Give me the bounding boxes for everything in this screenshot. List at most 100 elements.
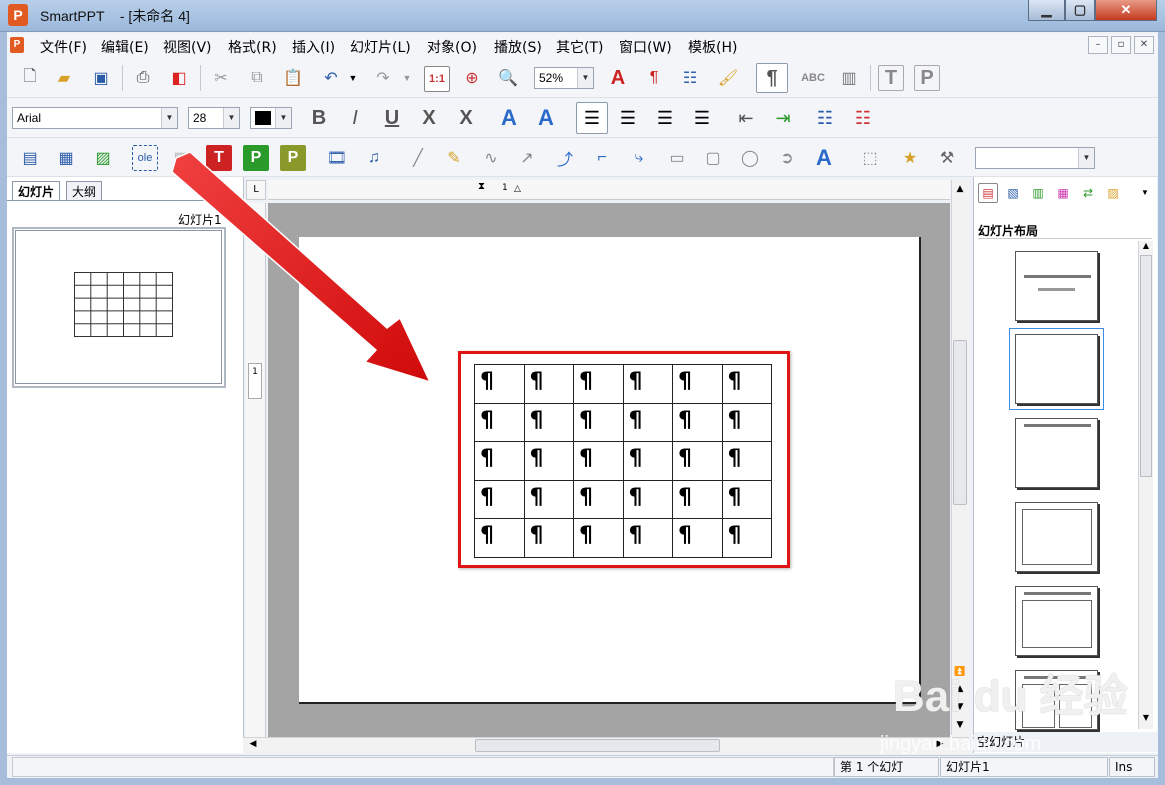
chevron-down-icon[interactable]: ▼	[275, 108, 291, 128]
mdi-minimize-button[interactable]: –	[1088, 36, 1108, 54]
font-size-select[interactable]: 28 ▼	[188, 107, 240, 129]
paragraph-frame-icon[interactable]: P	[914, 65, 940, 91]
table-cell[interactable]: ¶	[474, 441, 525, 481]
panel-menu-icon[interactable]: ▼	[1138, 185, 1152, 199]
animation-tab-icon[interactable]: ▦	[1053, 183, 1073, 203]
italic-icon[interactable]: I	[342, 105, 368, 131]
menu-insert[interactable]: 插入(I)	[292, 37, 335, 57]
curved-connector-icon[interactable]: ⤷	[626, 145, 652, 171]
page-template-icon[interactable]: P	[280, 145, 306, 171]
align-right-icon[interactable]: ☰	[652, 105, 678, 131]
table-cell[interactable]: ¶	[523, 402, 574, 443]
table-cell[interactable]: ¶	[573, 479, 624, 520]
text-template-icon[interactable]: T	[206, 145, 232, 171]
table-cell[interactable]: ¶	[622, 518, 673, 558]
effects-icon[interactable]: ★	[897, 145, 923, 171]
menu-format[interactable]: 格式(R)	[228, 37, 277, 57]
pencil-icon[interactable]: ✎	[441, 145, 467, 171]
table-cell[interactable]: ¶	[523, 518, 574, 558]
table-cell[interactable]: ¶	[573, 441, 624, 481]
chevron-down-icon[interactable]: ▼	[223, 108, 239, 128]
table-cell[interactable]: ¶	[622, 479, 673, 520]
close-button[interactable]: ✕	[1095, 0, 1157, 21]
line-icon[interactable]: ╱	[405, 145, 431, 171]
tab-stop-icon[interactable]: △	[514, 184, 521, 194]
word-art-icon[interactable]: A	[811, 145, 837, 171]
scroll-prev-icon[interactable]: ▲	[953, 684, 967, 698]
table-cell[interactable]: ¶	[721, 364, 772, 404]
insert-video-icon[interactable]: 🎞	[324, 145, 350, 171]
mdi-close-button[interactable]: ✕	[1134, 36, 1154, 54]
table-cell[interactable]: ¶	[672, 364, 723, 404]
copy-icon[interactable]: ⧉	[244, 65, 270, 91]
mdi-restore-button[interactable]: ▫	[1111, 36, 1131, 54]
callout-shape-icon[interactable]: ➲	[774, 145, 800, 171]
table-cell[interactable]: ¶	[573, 518, 624, 558]
table-cell[interactable]: ¶	[672, 402, 723, 443]
minimize-button[interactable]: ▁	[1028, 0, 1065, 21]
print-icon[interactable]: ⎙	[130, 65, 156, 91]
tab-slides[interactable]: 幻灯片	[12, 181, 61, 201]
table-cell[interactable]: ¶	[672, 479, 723, 520]
rectangle-icon[interactable]: ▭	[664, 145, 690, 171]
table-cell[interactable]: ¶	[721, 479, 772, 520]
align-center-icon[interactable]: ☰	[615, 105, 641, 131]
table-cell[interactable]: ¶	[523, 479, 574, 520]
group-icon[interactable]: ⬚	[857, 145, 883, 171]
table-cell[interactable]: ¶	[672, 441, 723, 481]
design-tab-icon[interactable]: ▧	[1003, 183, 1023, 203]
scroll-next-icon[interactable]: ▼	[953, 702, 967, 716]
scroll-thumb[interactable]	[475, 739, 720, 752]
table-cell[interactable]: ¶	[523, 364, 574, 404]
tools-icon[interactable]: ⚒	[934, 145, 960, 171]
redo-icon[interactable]: ↷	[370, 65, 396, 91]
insert-image-icon[interactable]: ▨	[90, 145, 116, 171]
actual-size-button[interactable]: 1:1	[424, 66, 450, 92]
undo-icon[interactable]: ↶	[318, 65, 344, 91]
chevron-down-icon[interactable]: ▼	[577, 68, 593, 88]
table-cell[interactable]: ¶	[721, 402, 772, 443]
maximize-button[interactable]: ▢	[1065, 0, 1095, 21]
arrow-line-icon[interactable]: ↗	[514, 145, 540, 171]
table-cell[interactable]: ¶	[721, 441, 772, 481]
undo-dropdown-icon[interactable]: ▼	[346, 65, 360, 91]
menu-template[interactable]: 模板(H)	[688, 37, 737, 57]
layout-title-content[interactable]	[1015, 586, 1098, 656]
font-family-select[interactable]: Arial ▼	[12, 107, 178, 129]
pdf-export-icon[interactable]: ◧	[166, 65, 192, 91]
align-left-icon[interactable]: ☰	[576, 102, 608, 134]
document-icon[interactable]: P	[10, 37, 24, 53]
show-formatting-marks-icon[interactable]: ¶	[756, 63, 788, 93]
insert-audio-icon[interactable]: ♫	[361, 145, 387, 171]
font-color-select[interactable]: ▼	[250, 107, 292, 129]
layout-title-slide[interactable]	[1015, 251, 1098, 321]
layout-two-content[interactable]	[1015, 670, 1098, 730]
scroll-right-icon[interactable]: ▶	[933, 739, 947, 753]
increase-indent-icon[interactable]: ⇥	[770, 105, 796, 131]
table-cell[interactable]: ¶	[474, 479, 525, 520]
layout-tab-icon[interactable]: ▤	[978, 183, 998, 203]
table-cell[interactable]: ¶	[474, 364, 525, 404]
scroll-left-icon[interactable]: ◀	[246, 739, 260, 753]
chevron-down-icon[interactable]: ▼	[1078, 148, 1094, 168]
clipart-tab-icon[interactable]: ▨	[1103, 183, 1123, 203]
menu-other[interactable]: 其它(T)	[556, 37, 603, 57]
align-justify-icon[interactable]: ☰	[689, 105, 715, 131]
menu-file[interactable]: 文件(F)	[40, 37, 87, 57]
zoom-fit-icon[interactable]: ⊕	[459, 65, 485, 91]
vertical-ruler[interactable]: 1	[246, 203, 266, 737]
chevron-down-icon[interactable]: ▼	[161, 108, 177, 128]
curve-icon[interactable]: ∿	[478, 145, 504, 171]
shrink-font-icon[interactable]: A	[533, 105, 559, 131]
open-folder-icon[interactable]: ▰	[51, 65, 77, 91]
scroll-first-icon[interactable]: ⏫	[953, 667, 967, 681]
redo-dropdown-icon[interactable]: ▼	[400, 65, 414, 91]
ruler-corner[interactable]: L	[246, 180, 266, 200]
menu-slide[interactable]: 幻灯片(L)	[350, 37, 411, 57]
tab-outline[interactable]: 大纲	[66, 181, 103, 201]
scroll-thumb[interactable]	[953, 340, 967, 505]
menu-view[interactable]: 视图(V)	[163, 37, 212, 57]
layout-title-only[interactable]	[1015, 418, 1098, 488]
transition-tab-icon[interactable]: ⇄	[1078, 183, 1098, 203]
menu-window[interactable]: 窗口(W)	[619, 37, 672, 57]
